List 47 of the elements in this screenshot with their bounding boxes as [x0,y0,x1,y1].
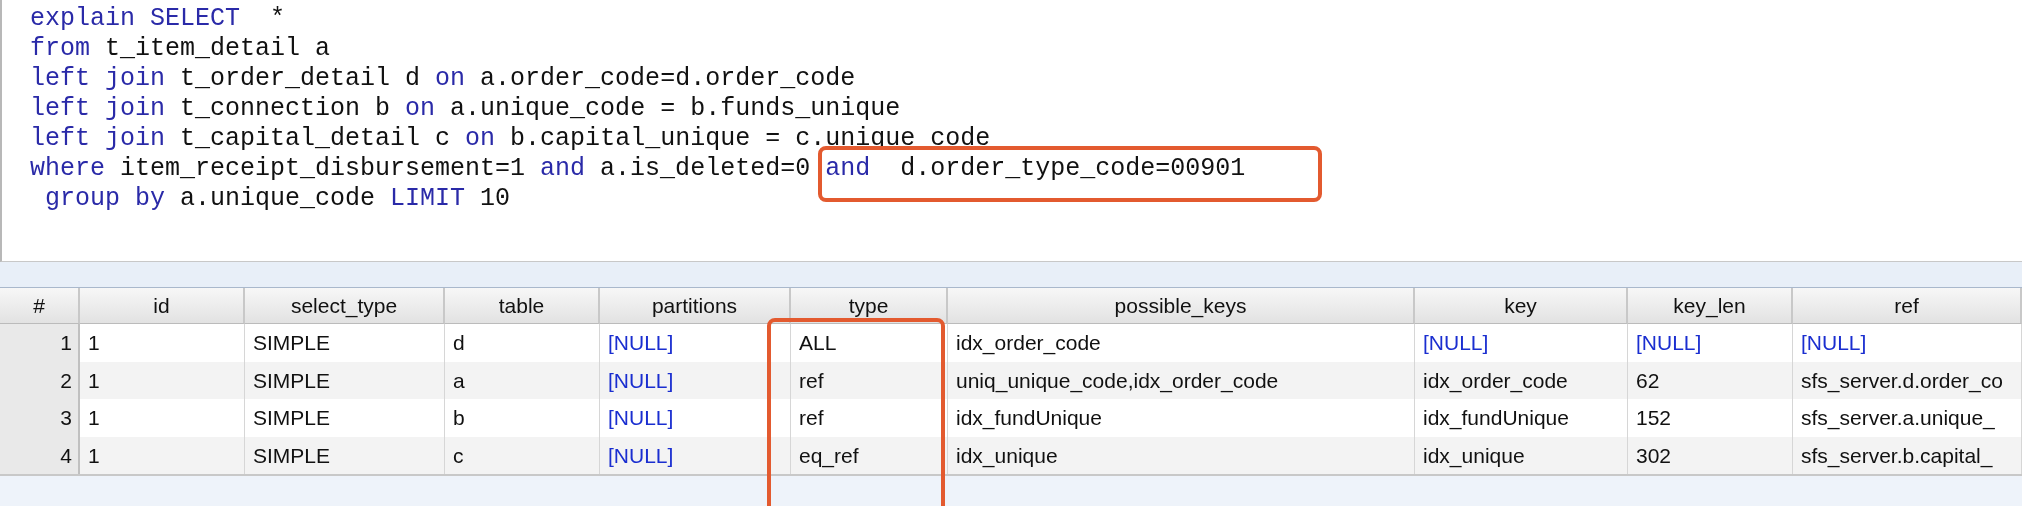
column-header[interactable]: # [0,288,80,324]
code-line: left join t_order_detail d on a.order_code=d.order_code [30,64,857,94]
table-cell: 62 [1628,361,1793,399]
table-cell: idx_fundUnique [1415,399,1628,437]
table-cell: [NULL] [1793,324,2022,362]
row-number: 3 [0,399,80,437]
table-cell: idx_order_code [948,324,1415,362]
code-line: left join t_connection b on a.unique_code = b.funds_unique [30,94,902,124]
table-cell: 1 [80,399,245,437]
code-line: explain SELECT * [30,4,287,34]
table-cell: SIMPLE [245,399,445,437]
table-cell: SIMPLE [245,361,445,399]
row-number: 1 [0,324,80,362]
row-number: 2 [0,361,80,399]
table-cell: [NULL] [600,399,791,437]
table-cell: [NULL] [600,361,791,399]
code-line: from t_item_detail a [30,34,332,64]
table-cell: b [445,399,600,437]
table-cell: idx_order_code [1415,361,1628,399]
row-number: 4 [0,436,80,474]
table-cell: ref [791,399,948,437]
table-cell: ref [791,361,948,399]
table-cell: d [445,324,600,362]
table-cell: a [445,361,600,399]
table-cell: 1 [80,324,245,362]
column-header[interactable]: partitions [600,288,791,324]
code-line: where item_receipt_disbursement=1 and a.is_deleted=0 and d.order_type_code=00901 [30,154,1247,184]
table-cell: [NULL] [1628,324,1793,362]
table-cell: sfs_server.a.unique_ [1793,399,2022,437]
code-line: group by a.unique_code LIMIT 10 [44,184,512,214]
column-header[interactable]: possible_keys [948,288,1415,324]
column-header[interactable]: table [445,288,600,324]
table-cell: sfs_server.d.order_co [1793,361,2022,399]
column-header[interactable]: select_type [245,288,445,324]
column-header[interactable]: key [1415,288,1628,324]
table-cell: [NULL] [1415,324,1628,362]
table-cell: [NULL] [600,324,791,362]
table-cell: 1 [80,361,245,399]
table-cell: 152 [1628,399,1793,437]
table-cell: idx_fundUnique [948,399,1415,437]
table-cell: SIMPLE [245,324,445,362]
column-header[interactable]: key_len [1628,288,1793,324]
column-header[interactable]: id [80,288,245,324]
table-cell: uniq_unique_code,idx_order_code [948,361,1415,399]
table-cell: ALL [791,324,948,362]
code-line: left join t_capital_detail c on b.capital_unique = c.unique_code [30,124,992,154]
column-header[interactable]: ref [1793,288,2022,324]
